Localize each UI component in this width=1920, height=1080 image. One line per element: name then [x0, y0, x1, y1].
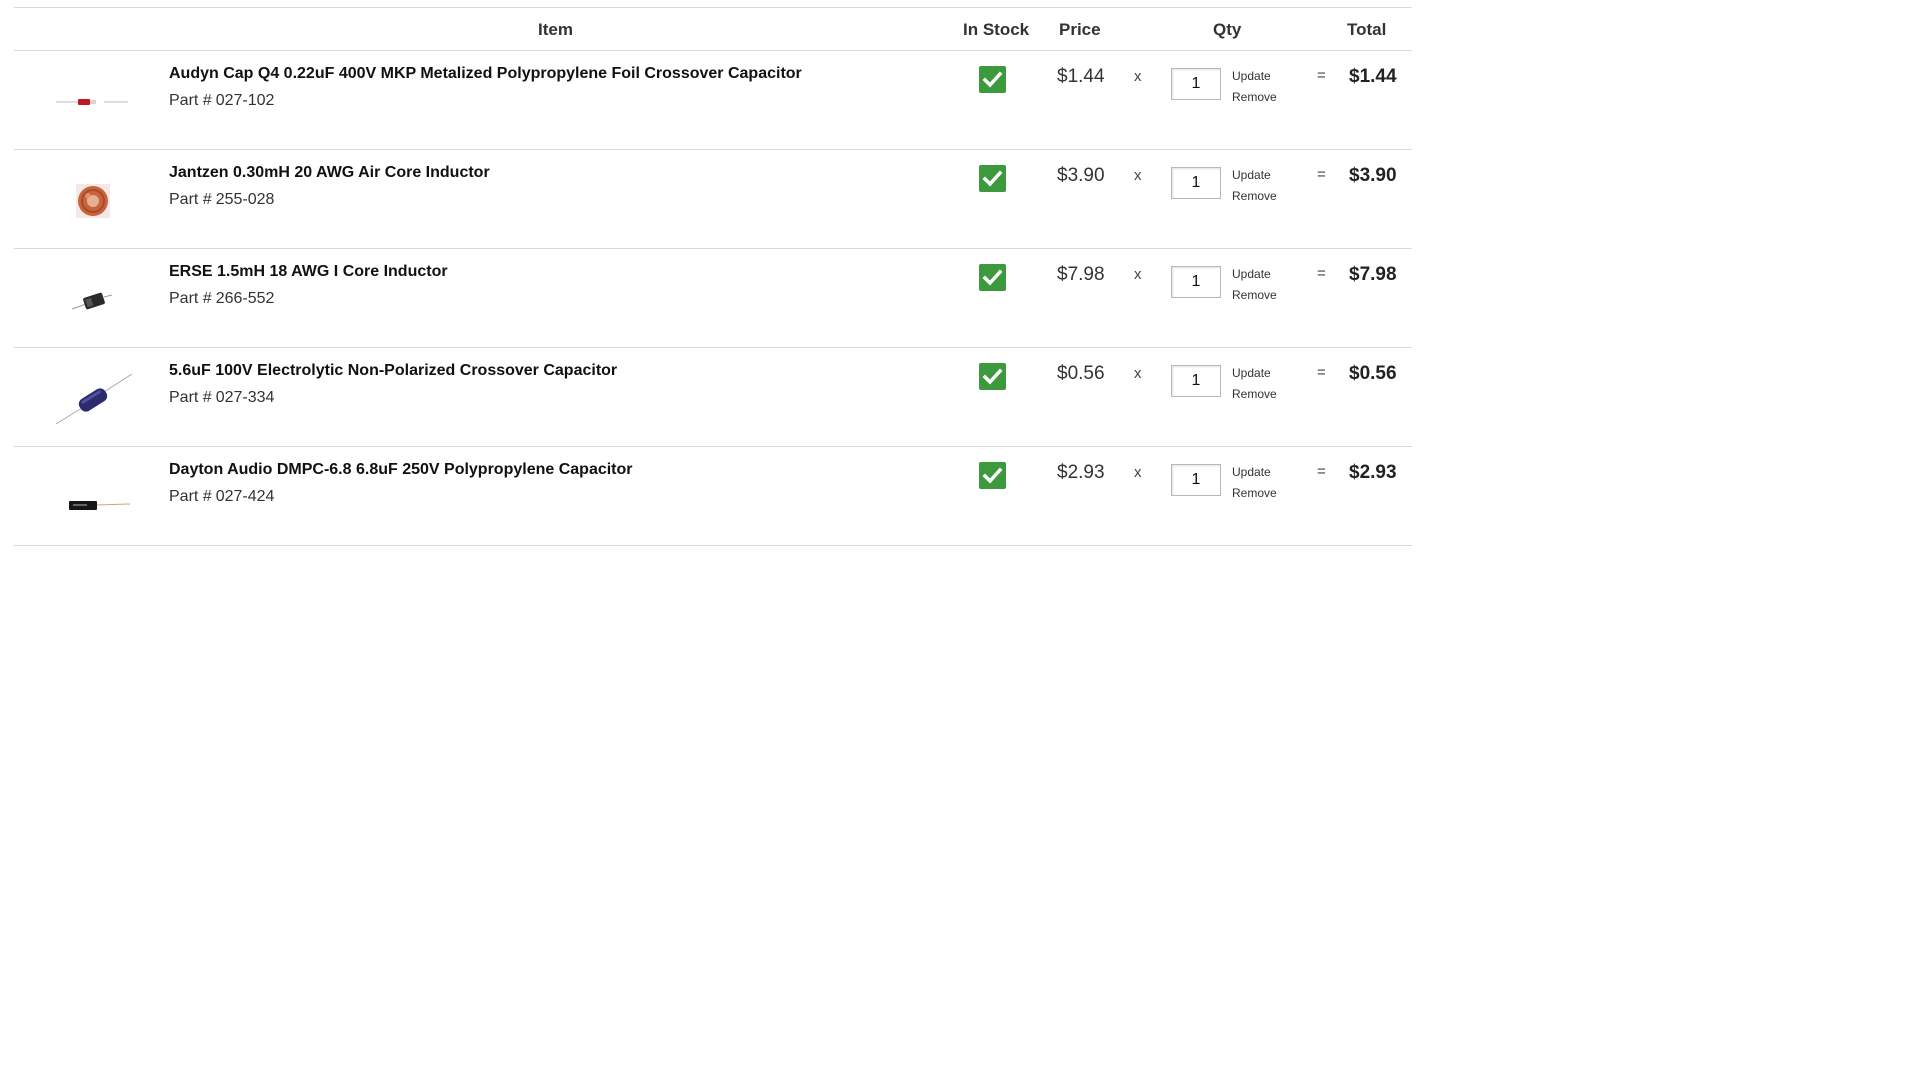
part-prefix: Part # — [169, 191, 212, 208]
update-link[interactable]: Update — [1232, 366, 1271, 380]
product-name-link[interactable]: Audyn Cap Q4 0.22uF 400V MKP Metalized P… — [169, 65, 802, 83]
unit-price: $1.44 — [1057, 66, 1105, 87]
multiply-sign: x — [1134, 167, 1142, 184]
header-qty: Qty — [1213, 20, 1242, 39]
part-number: Part #027-102 — [169, 92, 274, 110]
part-number: Part #027-334 — [169, 389, 274, 407]
equals-sign: = — [1317, 463, 1326, 480]
part-number: Part #255-028 — [169, 191, 274, 209]
header-total: Total — [1347, 20, 1387, 39]
remove-link[interactable]: Remove — [1232, 288, 1277, 302]
in-stock-check-icon — [979, 363, 1006, 390]
update-link[interactable]: Update — [1232, 465, 1271, 479]
part-number-value: 266-552 — [215, 290, 275, 307]
cart-header-row: Item In Stock Price Qty Total — [14, 8, 1412, 51]
multiply-sign: x — [1134, 68, 1142, 85]
unit-price: $2.93 — [1057, 462, 1105, 483]
cart-row: Jantzen 0.30mH 20 AWG Air Core Inductor … — [14, 150, 1412, 249]
multiply-sign: x — [1134, 266, 1142, 283]
part-prefix: Part # — [169, 488, 212, 505]
multiply-sign: x — [1134, 365, 1142, 382]
quantity-input[interactable] — [1171, 167, 1221, 199]
header-in-stock: In Stock — [963, 20, 1030, 39]
unit-price: $0.56 — [1057, 363, 1105, 384]
equals-sign: = — [1317, 364, 1326, 381]
cart-table: Item In Stock Price Qty Total Audyn Cap … — [14, 7, 1412, 546]
quantity-input[interactable] — [1171, 68, 1221, 100]
cart-row: 5.6uF 100V Electrolytic Non-Polarized Cr… — [14, 348, 1412, 447]
in-stock-check-icon — [979, 165, 1006, 192]
quantity-input[interactable] — [1171, 365, 1221, 397]
polypropylene-capacitor-icon[interactable] — [52, 467, 132, 529]
part-number-value: 027-334 — [215, 389, 275, 406]
line-total: $2.93 — [1349, 462, 1397, 483]
air-core-inductor-icon[interactable] — [52, 170, 132, 232]
multiply-sign: x — [1134, 464, 1142, 481]
equals-sign: = — [1317, 67, 1326, 84]
line-total: $3.90 — [1349, 165, 1397, 186]
cart-row: ERSE 1.5mH 18 AWG I Core Inductor Part #… — [14, 249, 1412, 348]
line-total: $1.44 — [1349, 66, 1397, 87]
update-link[interactable]: Update — [1232, 168, 1271, 182]
electrolytic-capacitor-icon[interactable] — [52, 368, 132, 430]
line-total: $0.56 — [1349, 363, 1397, 384]
part-prefix: Part # — [169, 389, 212, 406]
product-name-link[interactable]: ERSE 1.5mH 18 AWG I Core Inductor — [169, 263, 448, 281]
line-total: $7.98 — [1349, 264, 1397, 285]
cart-row: Dayton Audio DMPC-6.8 6.8uF 250V Polypro… — [14, 447, 1412, 546]
i-core-inductor-icon[interactable] — [52, 269, 132, 331]
product-name-link[interactable]: Jantzen 0.30mH 20 AWG Air Core Inductor — [169, 164, 490, 182]
film-capacitor-icon[interactable] — [52, 71, 132, 133]
part-prefix: Part # — [169, 290, 212, 307]
part-number-value: 027-424 — [215, 488, 275, 505]
equals-sign: = — [1317, 166, 1326, 183]
remove-link[interactable]: Remove — [1232, 189, 1277, 203]
part-number: Part #027-424 — [169, 488, 274, 506]
equals-sign: = — [1317, 265, 1326, 282]
in-stock-check-icon — [979, 462, 1006, 489]
remove-link[interactable]: Remove — [1232, 486, 1277, 500]
product-name-link[interactable]: 5.6uF 100V Electrolytic Non-Polarized Cr… — [169, 362, 617, 380]
update-link[interactable]: Update — [1232, 69, 1271, 83]
part-number-value: 027-102 — [215, 92, 275, 109]
product-name-link[interactable]: Dayton Audio DMPC-6.8 6.8uF 250V Polypro… — [169, 461, 633, 479]
part-number: Part #266-552 — [169, 290, 274, 308]
in-stock-check-icon — [979, 264, 1006, 291]
cart-row: Audyn Cap Q4 0.22uF 400V MKP Metalized P… — [14, 51, 1412, 150]
part-prefix: Part # — [169, 92, 212, 109]
header-item: Item — [538, 20, 573, 39]
unit-price: $3.90 — [1057, 165, 1105, 186]
header-price: Price — [1059, 20, 1101, 39]
quantity-input[interactable] — [1171, 464, 1221, 496]
update-link[interactable]: Update — [1232, 267, 1271, 281]
unit-price: $7.98 — [1057, 264, 1105, 285]
remove-link[interactable]: Remove — [1232, 90, 1277, 104]
part-number-value: 255-028 — [215, 191, 275, 208]
quantity-input[interactable] — [1171, 266, 1221, 298]
in-stock-check-icon — [979, 66, 1006, 93]
remove-link[interactable]: Remove — [1232, 387, 1277, 401]
